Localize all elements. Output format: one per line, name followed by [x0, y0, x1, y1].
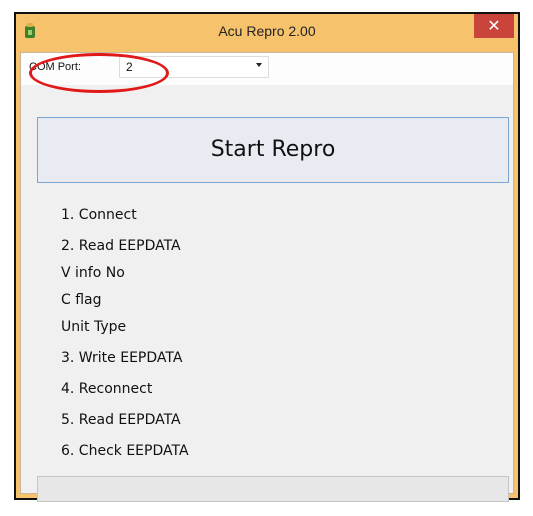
window-title: Acu Repro 2.00: [218, 23, 316, 39]
step-write-eepdata: 3. Write EEPDATA: [61, 350, 183, 366]
step-connect: 1. Connect: [61, 207, 137, 223]
step-reconnect: 4. Reconnect: [61, 381, 153, 397]
step-read-eepdata-2: 5. Read EEPDATA: [61, 412, 181, 428]
chevron-down-icon[interactable]: [256, 63, 262, 67]
client-area: COM Port: 2 Start Repro 1. Connect 2. Re…: [20, 52, 514, 502]
title-bar[interactable]: Acu Repro 2.00 ✕: [16, 14, 518, 52]
com-port-select[interactable]: 2: [119, 56, 269, 78]
step-read-eepdata: 2. Read EEPDATA: [61, 238, 181, 254]
progress-bar: [37, 476, 509, 502]
app-window: Acu Repro 2.00 ✕ COM Port: 2 Start Repro…: [14, 12, 520, 502]
step-check-eepdata: 6. Check EEPDATA: [61, 443, 189, 459]
step-v-info-no: V info No: [61, 265, 125, 281]
com-port-label: COM Port:: [29, 61, 81, 73]
close-button[interactable]: ✕: [474, 14, 514, 38]
start-repro-button[interactable]: Start Repro: [37, 117, 509, 183]
step-c-flag: C flag: [61, 292, 102, 308]
com-port-value: 2: [126, 60, 133, 74]
com-port-row: COM Port: 2: [21, 53, 513, 93]
step-unit-type: Unit Type: [61, 319, 127, 335]
